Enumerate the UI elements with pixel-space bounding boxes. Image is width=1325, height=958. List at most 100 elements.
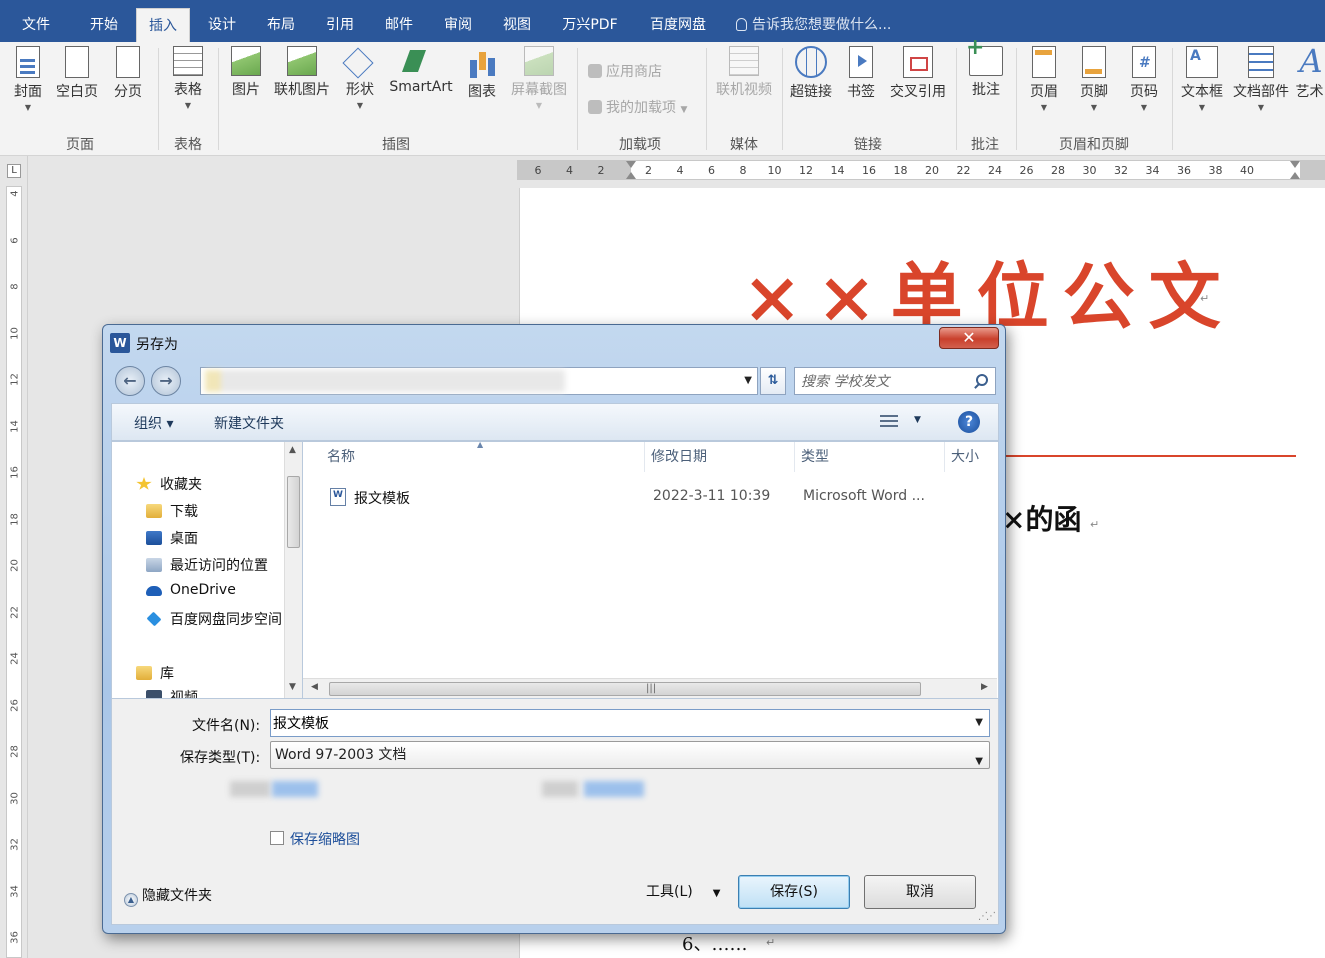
nav-recent-places[interactable]: 最近访问的位置 [146, 555, 268, 575]
blank-page-button[interactable]: 空白页 [52, 46, 102, 101]
picture-button[interactable]: 图片 [226, 46, 266, 99]
tab-file[interactable]: 文件 [14, 8, 58, 42]
document-parts-button[interactable]: 文档部件 ▼ [1230, 46, 1292, 112]
new-folder-button[interactable]: 新建文件夹 [214, 413, 284, 433]
table-button[interactable]: 表格 ▼ [166, 46, 210, 110]
left-indent-marker[interactable] [626, 161, 636, 179]
ruler-tick-label: 18 [893, 164, 908, 177]
nav-scroll-thumb[interactable] [287, 476, 300, 548]
search-input[interactable] [801, 372, 969, 392]
tab-layout[interactable]: 布局 [257, 8, 305, 42]
organize-button[interactable]: 组织 ▾ [134, 413, 173, 433]
cross-reference-button[interactable]: 交叉引用 [886, 46, 950, 101]
nav-desktop[interactable]: 桌面 [146, 528, 198, 548]
cover-page-icon [16, 46, 40, 78]
horizontal-scrollbar[interactable]: ◀ ||| ▶ [303, 678, 997, 698]
hyperlink-button[interactable]: 超链接 [786, 46, 836, 101]
column-header-type[interactable]: 类型 [795, 442, 945, 472]
header-button[interactable]: 页眉 ▼ [1024, 46, 1064, 112]
nav-libraries[interactable]: 库 [136, 663, 174, 683]
scroll-down-icon[interactable]: ▼ [289, 682, 296, 692]
ruler-tick-label: 20 [9, 559, 21, 572]
chevron-down-icon[interactable]: ▼ [975, 717, 983, 728]
scroll-left-icon[interactable]: ◀ [311, 682, 318, 692]
column-header-size[interactable]: 大小 [945, 442, 997, 472]
smartart-button[interactable]: SmartArt [386, 46, 456, 95]
lightbulb-icon [736, 18, 747, 31]
cover-page-button[interactable]: 封面 ▼ [8, 46, 48, 112]
tab-references[interactable]: 引用 [316, 8, 364, 42]
scroll-up-icon[interactable]: ▲ [289, 445, 296, 455]
shapes-button[interactable]: 形状 ▼ [340, 46, 380, 110]
close-button[interactable]: ✕ [939, 327, 999, 349]
tab-review[interactable]: 审阅 [434, 8, 482, 42]
comment-button[interactable]: 批注 [964, 35, 1008, 99]
arrow-left-icon: ← [123, 371, 137, 390]
wordart-button[interactable]: 艺术 [1294, 46, 1325, 101]
textbox-button[interactable]: 文本框▼ [1178, 46, 1226, 112]
back-button[interactable]: ← [115, 366, 145, 396]
search-icon[interactable] [976, 374, 988, 386]
scroll-right-icon[interactable]: ▶ [981, 682, 988, 692]
tab-mailings[interactable]: 邮件 [375, 8, 423, 42]
app-store-button[interactable]: 应用商店 [588, 61, 662, 81]
document-subtitle: ×的函 [1002, 503, 1082, 536]
page-number-button[interactable]: 页码▼ [1124, 46, 1164, 112]
nav-downloads[interactable]: 下载 [146, 501, 198, 521]
ruler-tick-label: 2 [645, 164, 652, 177]
cross-reference-icon [903, 46, 933, 78]
save-button[interactable]: 保存(S) [738, 875, 850, 909]
change-view-button[interactable]: ▼ [878, 412, 928, 432]
online-picture-button[interactable]: 联机图片 [270, 46, 334, 99]
tags-value-blurred[interactable] [584, 781, 644, 797]
wordart-icon [1298, 46, 1323, 80]
right-indent-marker[interactable] [1290, 161, 1300, 179]
filename-combobox[interactable]: ▼ [270, 709, 990, 737]
page-break-button[interactable]: 分页 [106, 46, 150, 101]
addins-icon [588, 100, 602, 114]
tab-stop-selector[interactable]: L [7, 164, 21, 178]
tools-dropdown[interactable]: 工具(L) ▼ [646, 881, 720, 901]
address-bar[interactable]: ▼ [200, 367, 758, 395]
chevron-down-icon[interactable]: ▼ [744, 375, 752, 386]
ruler-tick-label: 16 [9, 466, 21, 479]
forward-button[interactable]: → [151, 366, 181, 396]
nav-baidu-sync[interactable]: 百度网盘同步空间 [146, 609, 282, 629]
screenshot-button[interactable]: 屏幕截图 ▼ [507, 46, 571, 110]
tab-insert[interactable]: 插入 [136, 8, 190, 42]
horizontal-scroll-thumb[interactable]: ||| [329, 682, 921, 696]
nav-favorites[interactable]: 收藏夹 [136, 474, 202, 494]
chart-button[interactable]: 图表 [462, 46, 502, 101]
group-links-label: 链接 [854, 137, 882, 153]
authors-value-blurred[interactable] [272, 781, 318, 797]
help-button[interactable]: ? [958, 411, 980, 433]
downloads-folder-icon [146, 504, 162, 518]
nav-scrollbar[interactable]: ▲ ▼ [284, 442, 302, 698]
refresh-button[interactable]: ⇅ [760, 367, 786, 395]
search-box[interactable] [794, 367, 996, 395]
online-video-button[interactable]: 联机视频 [712, 46, 776, 99]
file-name[interactable]: 报文模板 [354, 488, 410, 508]
column-header-modified[interactable]: 修改日期 [645, 442, 795, 472]
chevron-down-icon: ▼ [914, 415, 921, 425]
footer-button[interactable]: 页脚 ▼ [1074, 46, 1114, 112]
tab-home[interactable]: 开始 [80, 8, 128, 42]
tab-design[interactable]: 设计 [198, 8, 246, 42]
ruler-tick-label: 12 [799, 164, 813, 177]
nav-onedrive[interactable]: OneDrive [146, 582, 236, 598]
save-thumbnail-checkbox[interactable] [270, 831, 284, 845]
file-modified: 2022-3-11 10:39 [653, 488, 771, 504]
tab-baidu-netdisk[interactable]: 百度网盘 [640, 8, 716, 42]
tab-wondershare-pdf[interactable]: 万兴PDF [552, 8, 628, 42]
bookmark-button[interactable]: 书签 [842, 46, 880, 101]
nav-videos[interactable]: 视频 [146, 687, 198, 698]
filetype-select[interactable]: Word 97-2003 文档 ▼ [270, 741, 990, 769]
resize-grip-icon[interactable]: ⋰⋰ [978, 911, 996, 922]
hide-folders-button[interactable]: ▲ 隐藏文件夹 [124, 885, 212, 907]
cancel-button[interactable]: 取消 [864, 875, 976, 909]
filename-input[interactable] [273, 713, 963, 733]
save-thumbnail-label[interactable]: 保存缩略图 [290, 829, 360, 849]
my-addins-button[interactable]: 我的加载项 ▼ [588, 97, 687, 117]
tab-view[interactable]: 视图 [493, 8, 541, 42]
tell-me-search[interactable]: 告诉我您想要做什么... [736, 8, 891, 42]
